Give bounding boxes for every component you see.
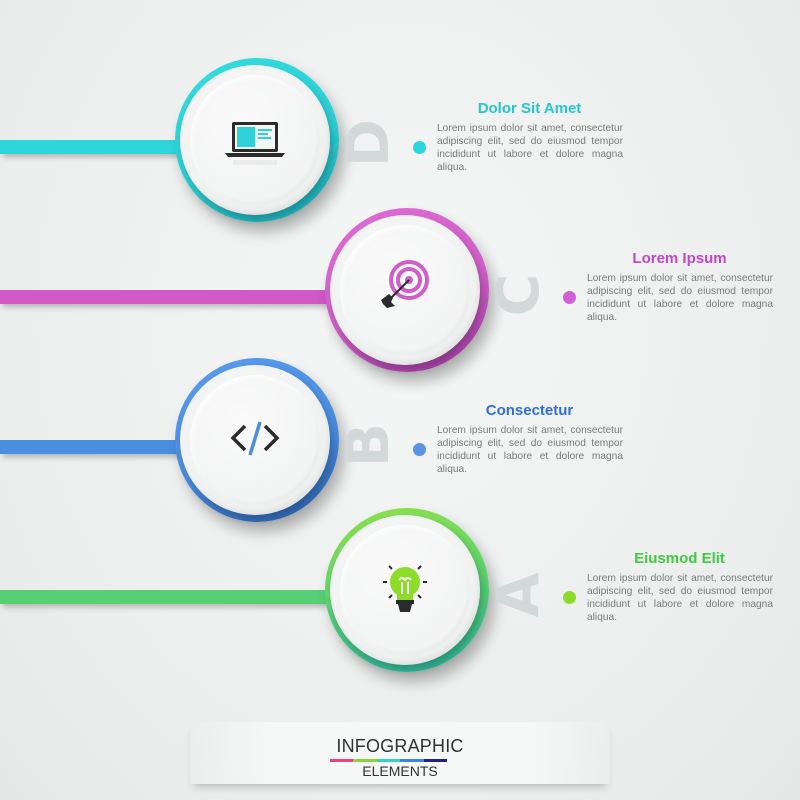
step-title-d: Dolor Sit Amet — [477, 100, 582, 117]
step-description-c: Lorem ipsum dolor sit amet, consectetur … — [587, 273, 773, 323]
step-description-b: Lorem ipsum dolor sit amet, consectetur … — [437, 425, 623, 475]
icon-disc-d[interactable] — [180, 65, 330, 215]
target-arrow-icon — [381, 260, 429, 308]
bullet-dot-d — [413, 141, 426, 154]
step-letter-a: A — [484, 572, 552, 618]
stripe-segment — [330, 759, 354, 762]
step-letter-b: B — [334, 422, 402, 468]
banner-title: INFOGRAPHIC — [336, 736, 464, 756]
step-letter-d: D — [334, 118, 402, 168]
step-title-a: Eiusmod Elit — [634, 550, 725, 567]
icon-disc-a[interactable] — [330, 515, 480, 665]
laptop-icon — [225, 122, 285, 165]
bullet-dot-b — [413, 443, 426, 456]
connector-bar-d — [0, 140, 190, 154]
icon-disc-b[interactable] — [180, 365, 330, 515]
step-title-b: Consectetur — [485, 402, 574, 419]
lightbulb-icon — [383, 565, 427, 612]
step-title-c: Lorem Ipsum — [632, 250, 727, 267]
connector-bar-a — [0, 590, 340, 604]
connector-bar-c — [0, 290, 340, 304]
step-description-d: Lorem ipsum dolor sit amet, consectetur … — [437, 123, 623, 173]
code-icon — [230, 421, 280, 456]
bullet-dot-c — [563, 291, 576, 304]
step-d: D Dolor Sit Amet Lorem ipsum dolor sit a… — [0, 0, 800, 800]
bullet-dot-a — [563, 591, 576, 604]
stripe-segment — [423, 759, 448, 762]
stripe-segment — [400, 759, 424, 762]
step-description-a: Lorem ipsum dolor sit amet, consectetur … — [587, 573, 773, 623]
connector-bar-b — [0, 440, 190, 454]
stripe-segment — [353, 759, 377, 762]
banner-color-stripe — [330, 759, 448, 762]
icon-disc-c[interactable] — [330, 215, 480, 365]
banner-subtitle: ELEMENTS — [362, 763, 438, 779]
stripe-segment — [376, 759, 401, 762]
step-letter-c: C — [484, 273, 552, 317]
